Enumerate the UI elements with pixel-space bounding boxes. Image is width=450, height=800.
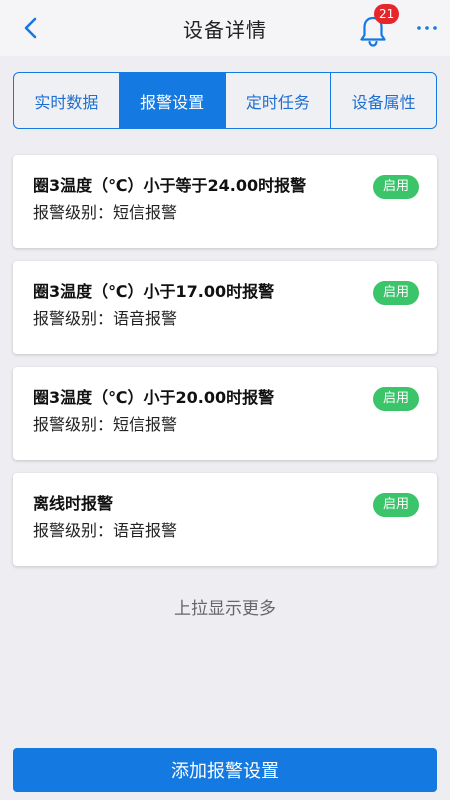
- alarm-card[interactable]: 圈3温度（℃）小于等于24.00时报警 报警级别：短信报警 启用: [13, 155, 437, 248]
- tab-scheduled-tasks[interactable]: 定时任务: [226, 73, 332, 128]
- load-more-hint: 上拉显示更多: [174, 599, 276, 619]
- notifications-button[interactable]: 21: [358, 4, 400, 47]
- alarm-level: 报警级别：语音报警: [33, 309, 178, 328]
- status-badge: 启用: [373, 493, 419, 517]
- alarm-level: 报警级别：短信报警: [33, 203, 178, 222]
- alarm-card[interactable]: 圈3温度（℃）小于17.00时报警 报警级别：语音报警 启用: [13, 261, 437, 354]
- header-bar: 设备详情 21: [0, 0, 450, 56]
- alarm-card[interactable]: 圈3温度（℃）小于20.00时报警 报警级别：短信报警 启用: [13, 367, 437, 460]
- alarm-level: 报警级别：语音报警: [33, 521, 178, 540]
- status-badge: 启用: [373, 175, 419, 199]
- alarm-card[interactable]: 离线时报警 报警级别：语音报警 启用: [13, 473, 437, 566]
- tab-device-properties[interactable]: 设备属性: [331, 73, 436, 128]
- alarm-title: 离线时报警: [33, 494, 114, 513]
- page-title: 设备详情: [183, 17, 267, 42]
- alarm-title: 圈3温度（℃）小于等于24.00时报警: [33, 176, 307, 195]
- alarm-level: 报警级别：短信报警: [33, 415, 178, 434]
- alarm-title: 圈3温度（℃）小于20.00时报警: [33, 388, 275, 407]
- tab-bar: 实时数据 报警设置 定时任务 设备属性: [13, 72, 437, 129]
- add-alarm-setting-button[interactable]: 添加报警设置: [13, 748, 437, 792]
- device-detail-screen: 设备详情 21 实时数据 报警设置 定时任务 设备属性 圈3温度（℃）小于等于2…: [0, 0, 450, 800]
- tab-realtime-data[interactable]: 实时数据: [14, 73, 120, 128]
- alarm-list: 圈3温度（℃）小于等于24.00时报警 报警级别：短信报警 启用 圈3温度（℃）…: [13, 155, 437, 579]
- status-badge: 启用: [373, 387, 419, 411]
- alarm-title: 圈3温度（℃）小于17.00时报警: [33, 282, 275, 301]
- more-dots-icon: [417, 26, 437, 30]
- status-badge: 启用: [373, 281, 419, 305]
- more-options-button[interactable]: [414, 18, 440, 38]
- chevron-left-icon: [24, 17, 37, 39]
- back-button[interactable]: [14, 12, 46, 44]
- notification-count-badge: 21: [374, 4, 400, 24]
- tab-alarm-settings[interactable]: 报警设置: [119, 73, 226, 128]
